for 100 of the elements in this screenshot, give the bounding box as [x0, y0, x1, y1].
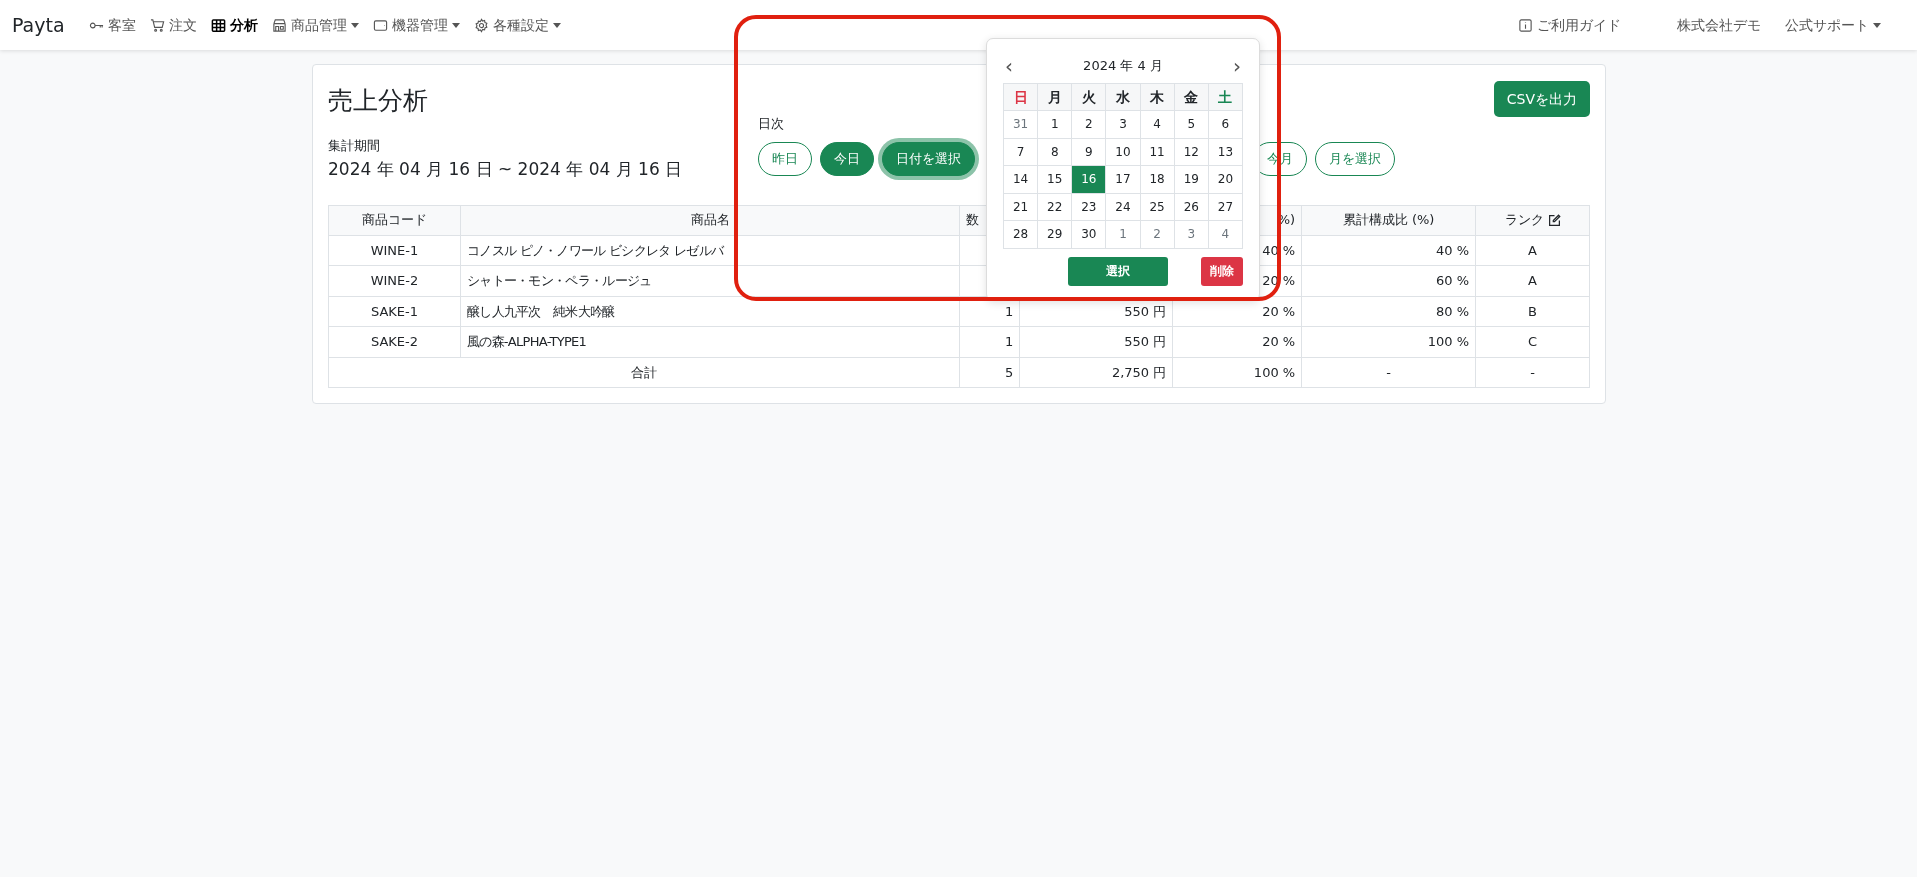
csv-export-button[interactable]: CSVを出力	[1493, 81, 1590, 117]
nav-item[interactable]: 客室	[88, 14, 136, 36]
calendar-day[interactable]: 18	[1140, 166, 1175, 194]
month-title: 2024 年 4 月	[1083, 57, 1163, 76]
weekday-label: 日	[1013, 87, 1028, 107]
total-label: 合計	[328, 357, 960, 388]
table-cell: C	[1475, 326, 1590, 357]
caret-icon	[350, 22, 359, 28]
weekday-label: 月	[1047, 87, 1062, 107]
table-cell: 100 %	[1172, 357, 1302, 388]
nav-item[interactable]: 商品管理	[271, 14, 359, 36]
calendar-day[interactable]: 13	[1208, 138, 1243, 166]
calendar-day[interactable]: 20	[1208, 166, 1243, 194]
calendar-day[interactable]: 24	[1106, 193, 1141, 221]
table-cell: SAKE-1	[328, 296, 461, 327]
calendar-day[interactable]: 2	[1072, 111, 1107, 139]
period-label: 集計期間	[328, 136, 381, 155]
calendar-day[interactable]: 25	[1140, 193, 1175, 221]
calendar-day[interactable]: 21	[1004, 193, 1039, 221]
calendar-day[interactable]: 4	[1140, 111, 1175, 139]
delete-button[interactable]: 削除	[1201, 256, 1243, 286]
column-header: 商品コード	[328, 205, 461, 235]
calendar-day[interactable]: 10	[1106, 138, 1141, 166]
calendar-day[interactable]: 28	[1004, 221, 1039, 249]
table-cell: 2,750 円	[1019, 357, 1173, 388]
calendar-day[interactable]: 2	[1140, 221, 1175, 249]
table-cell: 60 %	[1301, 265, 1476, 296]
table-cell: A	[1475, 235, 1590, 266]
calendar-day[interactable]: 5	[1174, 111, 1209, 139]
calendar-day[interactable]: 29	[1038, 221, 1073, 249]
table-cell: WINE-1	[328, 235, 461, 266]
calendar-day[interactable]: 1	[1106, 221, 1141, 249]
calendar-day[interactable]: 3	[1106, 111, 1141, 139]
caret-icon	[552, 22, 561, 28]
calendar-day[interactable]: 12	[1174, 138, 1209, 166]
table-cell: コノスル ピノ・ノワール ビシクレタ レゼルバ	[460, 235, 960, 266]
nav-item[interactable]: 分析	[210, 14, 258, 36]
calendar-day[interactable]: 11	[1140, 138, 1175, 166]
column-header: 累計構成比 (%)	[1301, 205, 1476, 235]
weekday-label: 火	[1081, 87, 1096, 107]
nav-item[interactable]: 機器管理	[372, 14, 460, 36]
calendar-day[interactable]: 7	[1004, 138, 1039, 166]
table-cell: 風の森-ALPHA-TYPE1	[460, 326, 960, 357]
caret-icon	[451, 22, 460, 28]
table-cell: シャトー・モン・ペラ・ルージュ	[460, 265, 960, 296]
calendar-day[interactable]: 14	[1004, 166, 1039, 194]
calendar-day[interactable]: 3	[1174, 221, 1209, 249]
device-icon	[372, 17, 388, 33]
weekday-label: 土	[1218, 87, 1233, 107]
weekday-label: 水	[1116, 87, 1130, 107]
table-cell: -	[1475, 357, 1590, 388]
calendar-day[interactable]: 31	[1004, 111, 1039, 139]
table-cell: WINE-2	[328, 265, 461, 296]
brand-logo[interactable]: Payta	[12, 10, 65, 40]
table-cell: 20 %	[1172, 326, 1302, 357]
table-cell: B	[1475, 296, 1590, 327]
info-icon	[1518, 17, 1533, 33]
settings-icon	[473, 17, 489, 33]
select-button[interactable]: 選択	[1068, 256, 1168, 286]
table-cell: 1	[959, 326, 1020, 357]
filter-button[interactable]: 昨日	[758, 141, 812, 176]
weekday-label: 木	[1150, 87, 1165, 107]
filter-button[interactable]: 月を選択	[1315, 141, 1395, 176]
calendar-day[interactable]: 23	[1072, 193, 1107, 221]
calendar-day[interactable]: 26	[1174, 193, 1209, 221]
filter-button[interactable]: 今日	[820, 141, 874, 176]
period-range: 2024 年 04 月 16 日 ~ 2024 年 04 月 16 日	[328, 158, 684, 181]
column-header: 商品名	[460, 205, 960, 235]
calendar-day[interactable]: 30	[1072, 221, 1107, 249]
table-cell: SAKE-2	[328, 326, 461, 357]
table-cell: -	[1301, 357, 1476, 388]
table-cell: A	[1475, 265, 1590, 296]
calendar-day[interactable]: 27	[1208, 193, 1243, 221]
page-title: 売上分析	[328, 85, 429, 117]
calendar-day[interactable]: 1	[1038, 111, 1073, 139]
edit-icon[interactable]	[1547, 213, 1561, 227]
table-cell: 40 %	[1301, 235, 1476, 266]
calendar-day[interactable]: 8	[1038, 138, 1073, 166]
table-icon	[210, 17, 226, 33]
calendar-day[interactable]: 16	[1072, 166, 1107, 194]
caret-icon	[1873, 22, 1881, 28]
nav-link[interactable]: ご利用ガイド	[1518, 14, 1621, 36]
group-label: 日次	[758, 115, 785, 133]
next-month-button[interactable]: ›	[1233, 56, 1241, 76]
shop-icon	[271, 17, 287, 33]
table-cell: 550 円	[1019, 326, 1173, 357]
calendar-day[interactable]: 19	[1174, 166, 1209, 194]
calendar-day[interactable]: 22	[1038, 193, 1073, 221]
calendar-day[interactable]: 17	[1106, 166, 1141, 194]
table-cell: 80 %	[1301, 296, 1476, 327]
table-cell: 5	[959, 357, 1020, 388]
nav-item[interactable]: 各種設定	[473, 14, 561, 36]
nav-link[interactable]: 株式会社デモ	[1677, 14, 1761, 36]
calendar-day[interactable]: 6	[1208, 111, 1243, 139]
previous-month-button[interactable]: ‹	[1005, 56, 1013, 76]
weekday-label: 金	[1184, 87, 1199, 107]
calendar-day[interactable]: 4	[1208, 221, 1243, 249]
table-cell: 100 %	[1301, 326, 1476, 357]
nav-item[interactable]: 注文	[149, 14, 197, 36]
nav-link[interactable]: 公式サポート	[1785, 14, 1881, 36]
